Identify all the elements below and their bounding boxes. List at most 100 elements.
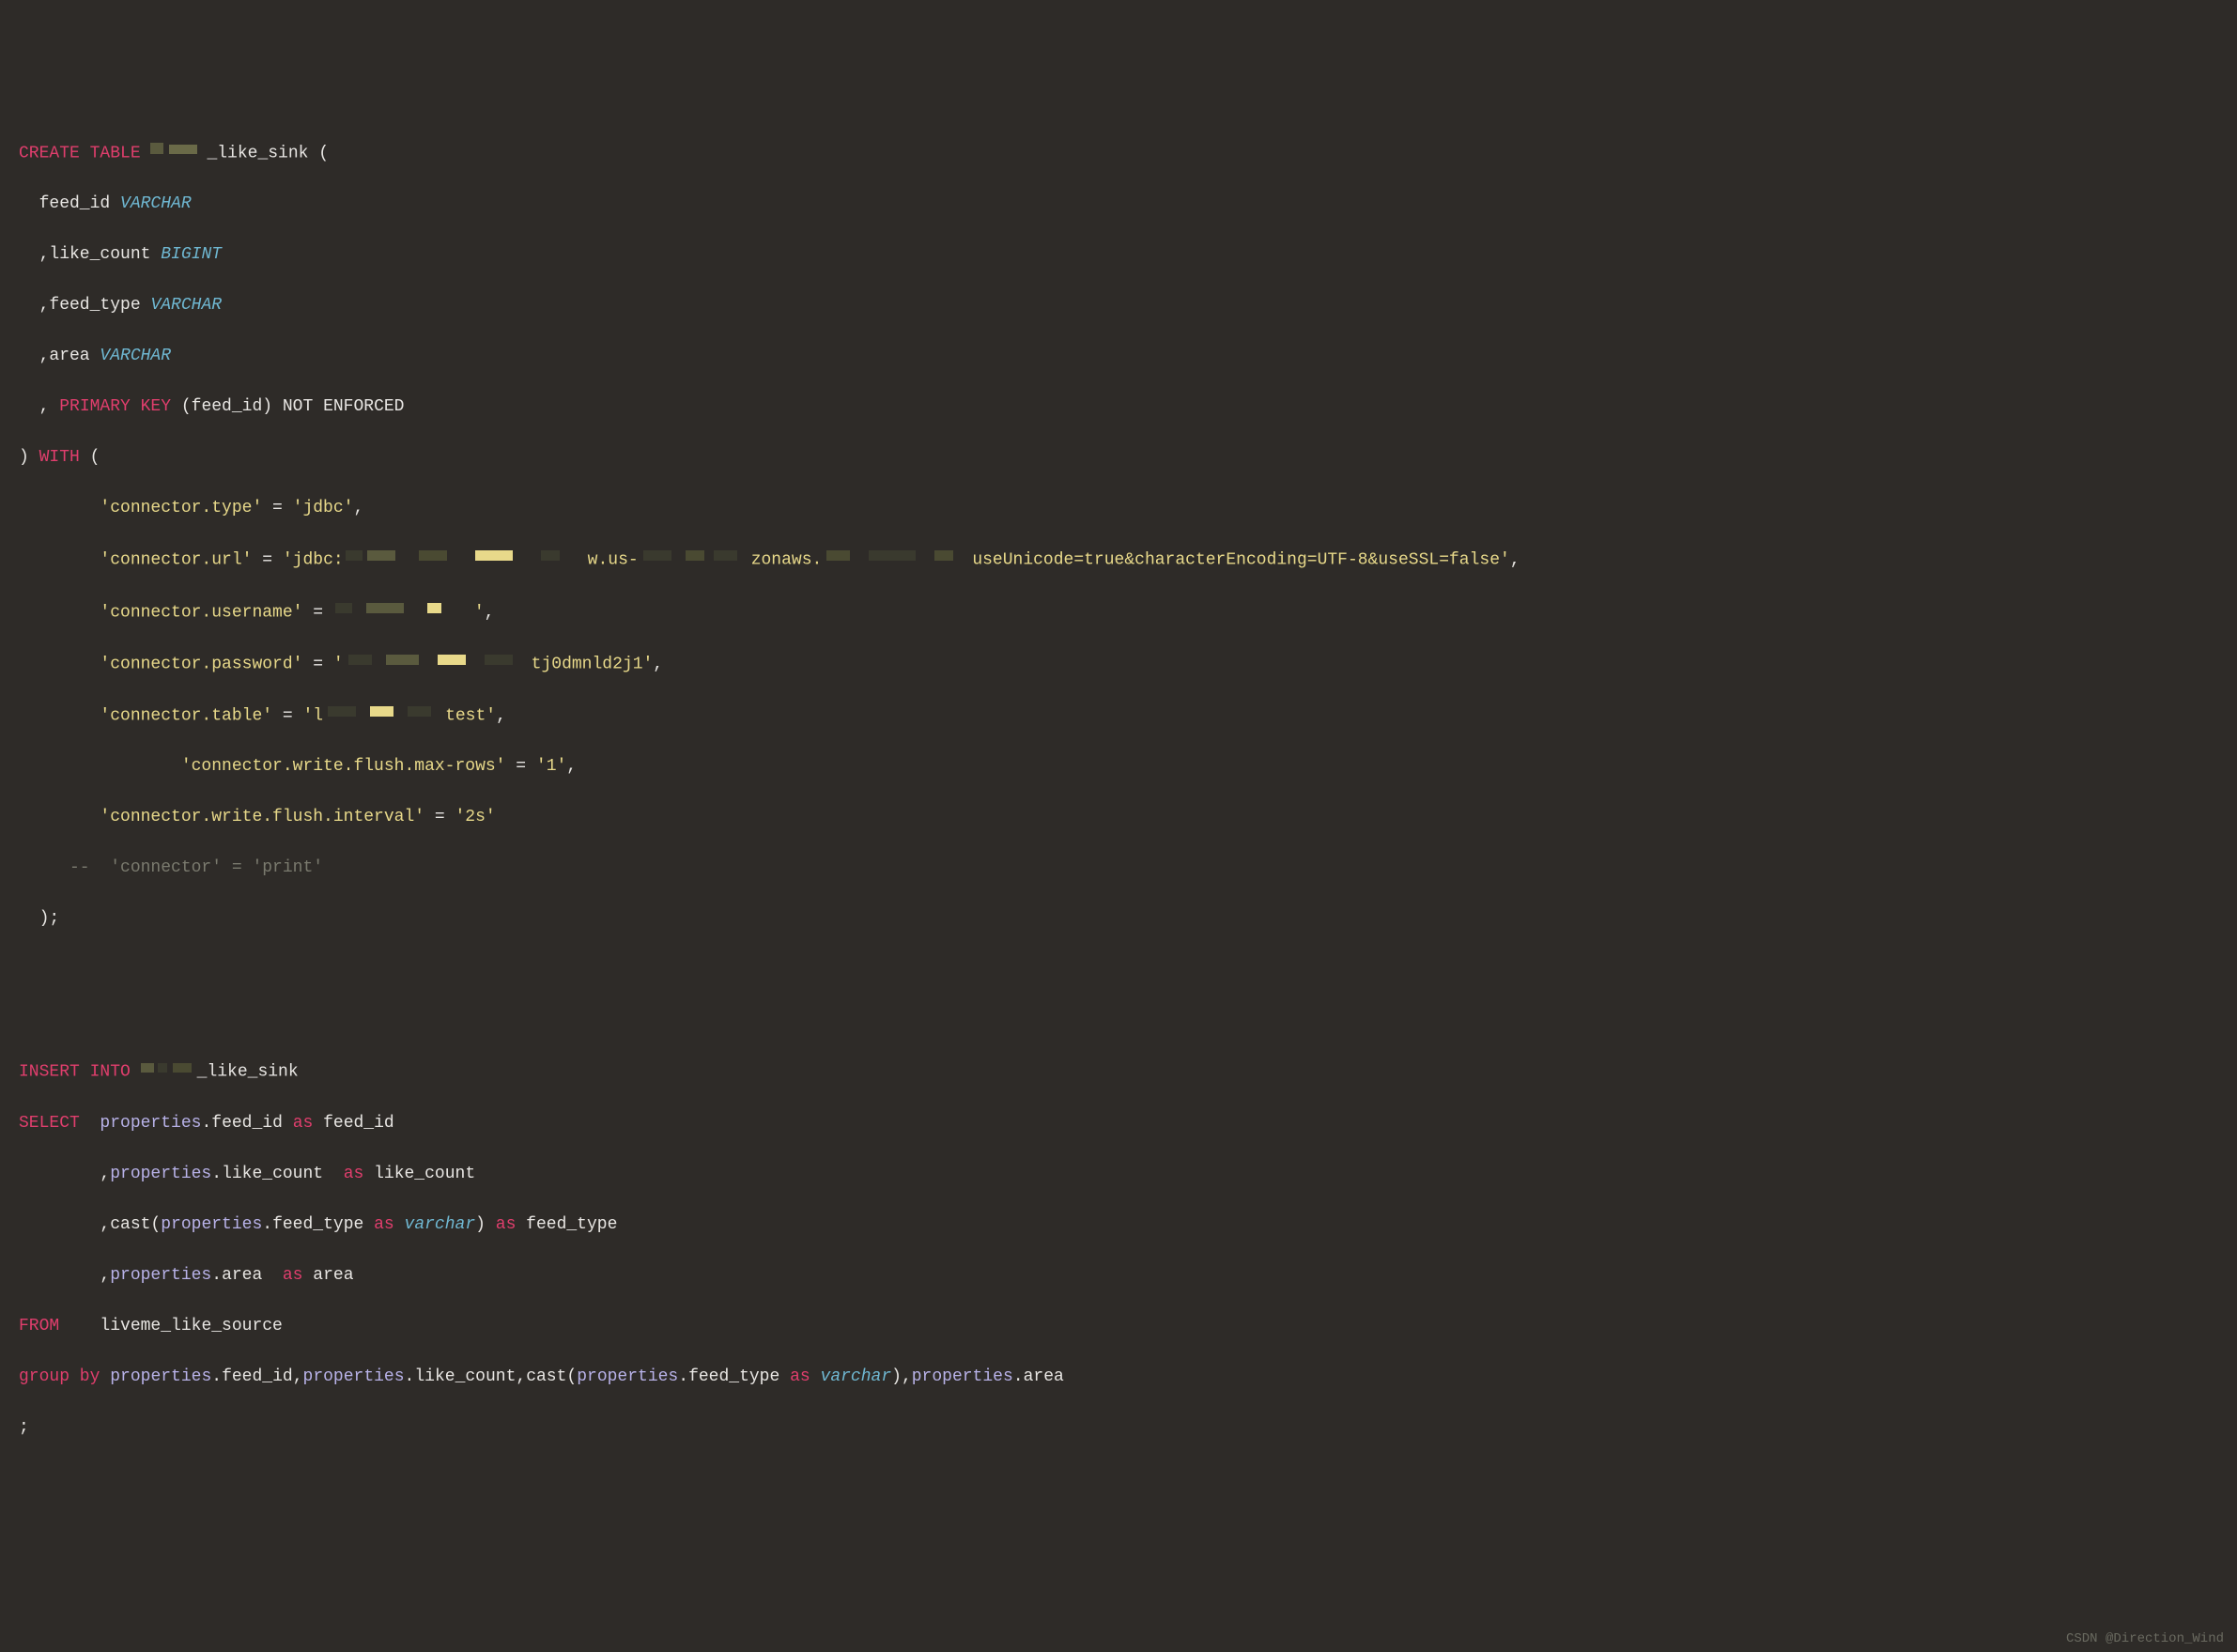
sp: [100, 1367, 110, 1386]
prop: properties: [912, 1367, 1013, 1386]
redacted: [141, 1058, 197, 1084]
redacted: [822, 547, 972, 572]
type: varchar: [821, 1367, 892, 1386]
code-line: ,area VARCHAR: [19, 344, 2218, 369]
table: liveme_like_source: [59, 1317, 283, 1335]
keyword: as: [344, 1165, 364, 1183]
sp: [810, 1367, 821, 1386]
config-val: tj0dmnld2j1': [532, 655, 654, 673]
eq: =: [424, 808, 455, 826]
redacted: [150, 140, 207, 165]
code-line: 'connector.username' = ',: [19, 599, 2218, 625]
col: feed_type: [688, 1367, 790, 1386]
pk-cols: (feed_id) NOT ENFORCED: [171, 397, 404, 416]
code-line: 'connector.password' = 'tj0dmnld2j1',: [19, 651, 2218, 677]
keyword: WITH: [39, 448, 80, 467]
code-line: ,properties.like_count as like_count: [19, 1162, 2218, 1187]
column: ,area: [19, 347, 100, 365]
col: feed_id: [211, 1114, 292, 1133]
config-key: 'connector.write.flush.interval': [19, 808, 424, 826]
eq: =: [272, 706, 302, 725]
column: ,feed_type: [19, 296, 150, 315]
keyword: as: [496, 1215, 517, 1234]
code-line: ,feed_type VARCHAR: [19, 293, 2218, 318]
comma: ,: [353, 499, 363, 517]
eq: =: [302, 603, 332, 622]
type: VARCHAR: [100, 347, 171, 365]
comma: ,: [516, 1367, 526, 1386]
config-val: 'jdbc:: [283, 551, 344, 570]
comma: ,: [293, 1367, 303, 1386]
config-key: 'connector.password': [19, 655, 302, 673]
col: area: [1024, 1367, 1064, 1386]
config-val: 'l: [302, 706, 323, 725]
dot: .: [678, 1367, 688, 1386]
dot: .: [405, 1367, 415, 1386]
dot: .: [211, 1367, 222, 1386]
comma: ,: [496, 706, 506, 725]
column: ,like_count: [19, 245, 161, 264]
config-val: test': [445, 706, 496, 725]
cp: ): [475, 1215, 496, 1234]
config-val: ': [474, 603, 485, 622]
dot: .: [211, 1165, 222, 1183]
code-editor: CREATE TABLE _like_sink ( feed_id VARCHA…: [19, 115, 2218, 1466]
code-line: INSERT INTO _like_sink: [19, 1058, 2218, 1085]
type: VARCHAR: [120, 194, 192, 213]
code-line: FROM liveme_like_source: [19, 1314, 2218, 1339]
cast: cast(: [110, 1215, 161, 1234]
config-val: w.us-: [588, 551, 639, 570]
code-line: -- 'connector' = 'print': [19, 856, 2218, 881]
table-name: _like_sink (: [207, 144, 329, 162]
eq: =: [252, 551, 282, 570]
eq: =: [505, 757, 535, 776]
comma: ,: [485, 603, 495, 622]
cp: ),: [891, 1367, 912, 1386]
keyword: as: [374, 1215, 394, 1234]
keyword: group by: [19, 1367, 100, 1386]
code-line: CREATE TABLE _like_sink (: [19, 140, 2218, 166]
redacted: [333, 599, 474, 625]
keyword: INSERT INTO: [19, 1063, 131, 1082]
dot: .: [211, 1266, 222, 1285]
col: feed_type: [272, 1215, 374, 1234]
prop: properties: [161, 1215, 262, 1234]
dot: .: [1013, 1367, 1024, 1386]
keyword: FROM: [19, 1317, 59, 1335]
code-line: ;: [19, 1415, 2218, 1441]
code-line: ,like_count BIGINT: [19, 242, 2218, 268]
comment: -- 'connector' = 'print': [19, 858, 323, 877]
col: area: [222, 1266, 283, 1285]
eq: =: [302, 655, 332, 673]
sp: [394, 1215, 405, 1234]
table-name: _like_sink: [197, 1063, 299, 1082]
punct: ): [19, 448, 39, 467]
prop: properties: [100, 1114, 201, 1133]
prop: properties: [577, 1367, 678, 1386]
code-line: 'connector.write.flush.interval' = '2s': [19, 805, 2218, 830]
keyword: as: [293, 1114, 314, 1133]
config-val: '1': [536, 757, 566, 776]
keyword: as: [283, 1266, 303, 1285]
prop: properties: [303, 1367, 405, 1386]
alias: feed_type: [516, 1215, 617, 1234]
sp: [80, 1114, 100, 1133]
config-val: zonaws.: [751, 551, 823, 570]
code-line: [19, 957, 2218, 982]
code-line: 'connector.table' = 'ltest',: [19, 702, 2218, 729]
dot: .: [262, 1215, 272, 1234]
config-key: 'connector.type': [19, 499, 262, 517]
alias: feed_id: [313, 1114, 393, 1133]
config-val: useUnicode=true&characterEncoding=UTF-8&…: [972, 551, 1510, 570]
config-val: '2s': [455, 808, 495, 826]
col: like_count: [414, 1367, 516, 1386]
keyword: SELECT: [19, 1114, 80, 1133]
dot: .: [201, 1114, 211, 1133]
prop: properties: [110, 1165, 211, 1183]
code-line: , PRIMARY KEY (feed_id) NOT ENFORCED: [19, 394, 2218, 420]
redacted: [639, 547, 751, 572]
keyword: as: [790, 1367, 810, 1386]
config-key: 'connector.write.flush.max-rows': [19, 757, 505, 776]
watermark: CSDN @Direction_Wind: [2066, 1629, 2224, 1649]
sp: ,: [19, 1215, 110, 1234]
